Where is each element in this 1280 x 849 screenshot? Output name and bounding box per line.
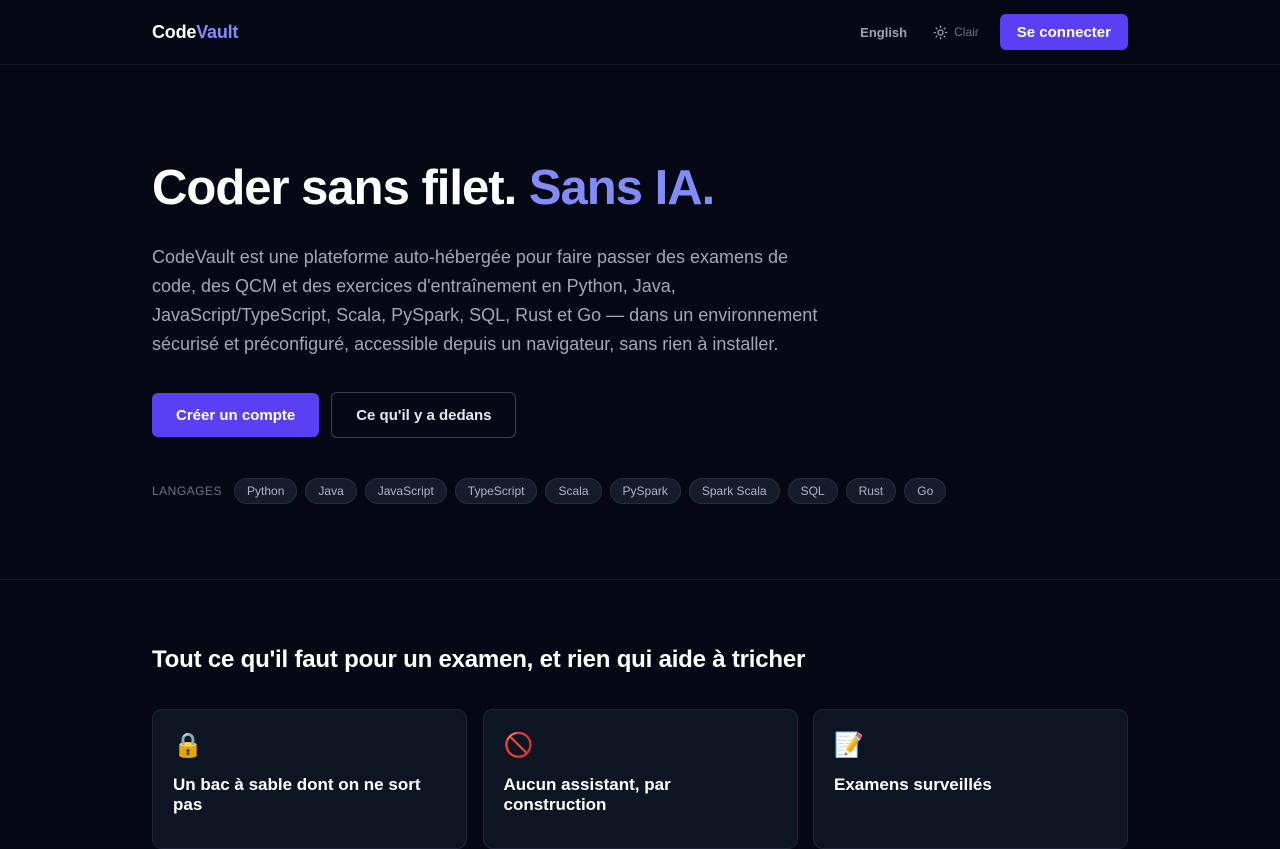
features-title: Tout ce qu'il faut pour un examen, et ri… (152, 646, 806, 673)
lock-icon: 🔒 (173, 732, 203, 759)
hero-description: CodeVault est une plateforme auto-héberg… (152, 247, 818, 354)
hero-title: Coder sans filet. Sans IA. (152, 160, 1128, 216)
language-chip[interactable]: SQL (787, 478, 838, 504)
logo[interactable]: Code Vault (152, 22, 238, 43)
language-chip[interactable]: TypeScript (454, 478, 538, 504)
create-account-button[interactable]: Créer un compte (152, 393, 320, 437)
languages-label: LANGAGES (152, 484, 223, 498)
sun-icon (933, 25, 948, 39)
logo-accent-text: Vault (196, 21, 239, 42)
feature-card: 🔒 Un bac à sable dont on ne sort pas (152, 709, 467, 849)
top-nav: Code Vault English Clair Se connecter (0, 0, 1280, 65)
languages-row: LANGAGES Python Java JavaScript TypeScri… (152, 478, 1128, 504)
prohibited-icon: 🚫 (503, 732, 534, 759)
language-chip[interactable]: PySpark (609, 478, 681, 504)
feature-card: 🚫 Aucun assistant, par construction (482, 709, 798, 849)
language-chip[interactable]: Spark Scala (688, 478, 780, 504)
memo-icon: 📝 (834, 732, 864, 759)
language-chip[interactable]: Rust (845, 478, 897, 504)
login-button[interactable]: Se connecter (999, 14, 1128, 50)
language-chip[interactable]: Java (305, 478, 357, 504)
feature-card-title: Examens surveillés (834, 775, 992, 794)
language-switch-link[interactable]: English (860, 25, 907, 40)
hero-title-accent: Sans IA. (528, 161, 715, 215)
hero-section: Coder sans filet. Sans IA. CodeVault est… (0, 65, 1280, 504)
feature-card-title: Un bac à sable dont on ne sort pas (173, 775, 421, 814)
language-chip[interactable]: JavaScript (364, 478, 447, 504)
hero-title-main: Coder sans filet. (152, 161, 517, 215)
features-section: Tout ce qu'il faut pour un examen, et ri… (0, 580, 1280, 849)
feature-card-title: Aucun assistant, par construction (503, 775, 671, 814)
language-chip[interactable]: Scala (545, 478, 602, 504)
language-chip[interactable]: Python (234, 478, 298, 504)
feature-card: 📝 Examens surveillés (813, 709, 1128, 849)
logo-text: Code (152, 21, 197, 42)
theme-toggle-button[interactable]: Clair (933, 25, 979, 40)
feature-cards: 🔒 Un bac à sable dont on ne sort pas 🚫 A… (152, 709, 1128, 849)
hero-actions: Créer un compte Ce qu'il y a dedans (152, 392, 1128, 438)
language-chip[interactable]: Go (904, 478, 947, 504)
nav-actions: English Clair Se connecter (860, 14, 1128, 50)
theme-toggle-label: Clair (954, 25, 979, 39)
whats-inside-button[interactable]: Ce qu'il y a dedans (331, 392, 517, 438)
